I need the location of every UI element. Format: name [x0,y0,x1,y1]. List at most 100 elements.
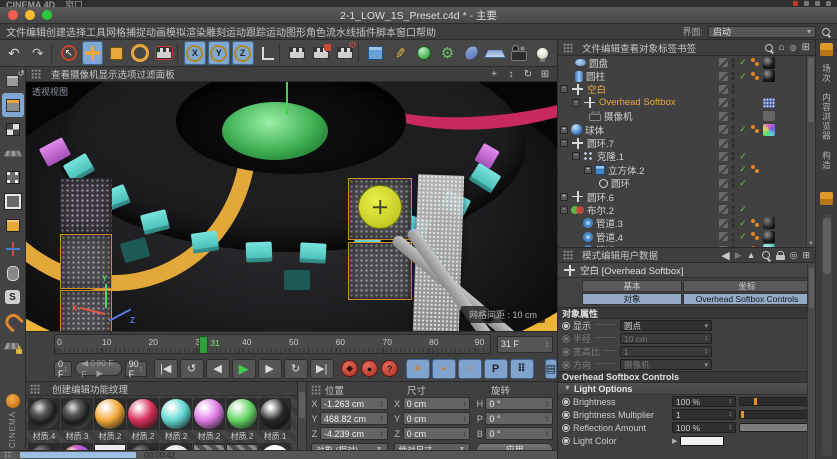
menu-item[interactable]: 脚本 [376,28,396,39]
position-field[interactable]: -4.239 cm ↕ [320,427,388,440]
menu-item[interactable]: 流水线 [326,28,356,39]
enabled-check-icon[interactable]: ✓ [738,71,748,82]
panel-handle-icon[interactable] [563,250,573,260]
light-handle-icon[interactable] [358,185,402,229]
object-tree-row[interactable]: - 克隆.1 ✓ [558,150,815,163]
material-thumbnail[interactable] [259,443,291,450]
texture-mode-button[interactable] [2,117,24,141]
animation-dot-icon[interactable] [562,360,570,369]
viewport-menu-item[interactable]: 过滤 [137,70,156,81]
control-glyph-icon[interactable]: ↕ [705,348,709,355]
stepper-icon[interactable]: ↕ [545,399,549,408]
zoom-view-button[interactable]: ↕ [504,68,518,80]
material-thumbnail[interactable] [61,443,93,450]
live-selection-button[interactable] [58,41,80,65]
layer-toggle-icon[interactable] [719,58,728,68]
render-picture-viewer-button[interactable] [310,41,332,65]
pla-key-toggle[interactable]: ⠿ [509,358,534,379]
history-back-icon[interactable]: ◀ [721,249,729,262]
snap-button[interactable] [2,309,24,333]
side-tab[interactable]: 场次 [821,64,833,83]
preview-range-slider[interactable]: ◀ 0 F 90 F ▶ [74,358,122,379]
layer-toggle-icon[interactable] [719,218,728,228]
object-name[interactable]: Overhead Softbox [599,97,676,108]
visibility-dots-icon[interactable] [731,71,735,82]
light-options-header[interactable]: ▼ Light Options [558,383,815,395]
material-menu-item[interactable]: 功能 [90,385,109,396]
visibility-dots-icon[interactable] [731,204,735,215]
search-icon[interactable] [761,250,771,260]
enabled-check-icon[interactable]: ✓ [738,124,748,135]
object-name[interactable]: 圆环.7 [587,136,614,150]
view-label[interactable]: 透视视图 [32,85,68,98]
object-name[interactable]: 布尔.2 [587,203,614,217]
enabled-check-icon[interactable]: ✓ [738,178,748,189]
stepper-icon[interactable]: ↕ [380,399,384,408]
stepper-icon[interactable]: ↕ [462,429,466,438]
layers-tab-icon[interactable] [820,191,833,205]
object-tree-row[interactable]: 圆环 ✓ [558,177,815,190]
material-thumbnail[interactable]: 材质.2 [226,398,258,442]
value-slider[interactable] [739,410,809,419]
tab-basic[interactable]: 基本 [582,280,682,292]
scale-key-toggle[interactable]: ▪ [431,358,456,379]
path-icon[interactable]: ◎ [790,43,797,52]
rotation-key-toggle[interactable]: ○ [457,358,482,379]
material-thumbnail[interactable]: 材质.1 [259,398,291,442]
animation-dot-icon[interactable] [562,423,570,432]
menu-item[interactable]: 插件 [356,28,376,39]
history-forward-icon[interactable]: ▶ [735,250,742,261]
attribute-value-field[interactable]: 10 cm ↕ [620,333,712,344]
previous-frame-button[interactable]: ◀ [205,358,230,379]
browser-tab-icon[interactable] [820,43,833,56]
object-name[interactable]: 管道.2 [596,243,623,247]
object-name[interactable]: 立方体.2 [608,163,644,177]
viewport-menu-item[interactable]: 摄像机 [70,70,99,81]
apple-menu[interactable]: CINEMA 4D [6,0,55,7]
material-thumbnail[interactable] [28,443,60,450]
visibility-dots-icon[interactable] [731,97,735,108]
object-tree-row[interactable]: 管道.2 ✓ [558,243,815,247]
expand-toggle[interactable]: - [560,85,568,94]
stepper-icon[interactable]: ↕ [380,414,384,423]
object-tag-icon[interactable] [763,111,775,122]
object-tree-row[interactable]: + 立方体.2 ✓ [558,163,815,177]
enabled-check-icon[interactable]: ✓ [738,245,748,247]
visibility-dots-icon[interactable] [731,84,735,95]
visibility-dots-icon[interactable] [731,151,735,162]
material-thumbnail[interactable] [127,443,159,450]
menu-item[interactable]: 模拟 [166,28,186,39]
spline-pen-button[interactable] [389,41,411,65]
material-thumbnail[interactable]: 材质.4 [28,398,60,442]
redo-button[interactable] [27,41,49,65]
size-field[interactable]: 0 cm ↕ [402,397,471,410]
tab-softbox-controls[interactable]: Overhead Softbox Controls [683,293,811,305]
visibility-dots-icon[interactable] [731,231,735,242]
object-name[interactable]: 克隆.1 [597,149,624,163]
object-name[interactable]: 圆柱 [586,69,605,83]
value-field[interactable]: 100 % ↕ [672,422,736,433]
stepper-icon[interactable]: ↕ [64,364,68,373]
material-scrollbar[interactable] [298,382,307,450]
points-mode-button[interactable] [2,165,24,189]
last-tool-button[interactable] [153,41,175,65]
menu-item[interactable]: 动画 [146,28,166,39]
viewport-menu-item[interactable]: 查看 [51,70,70,81]
value-slider[interactable] [739,397,809,406]
lock-x-axis-button[interactable]: X [184,41,206,65]
toolbar-separator[interactable] [358,43,363,63]
menu-item[interactable]: 角色 [306,28,326,39]
visibility-dots-icon[interactable] [731,111,735,122]
control-glyph-icon[interactable]: ▾ [704,361,708,369]
expand-triangle-icon[interactable]: ▶ [672,437,677,445]
size-field[interactable]: 0 cm ↕ [402,412,471,425]
material-thumbnail[interactable] [94,443,126,450]
render-view-button[interactable] [286,41,308,65]
menu-item[interactable]: 文件 [6,28,26,39]
object-tree-row[interactable]: - Overhead Softbox [558,96,815,109]
material-thumbnail[interactable]: 材质.2 [193,398,225,442]
stepper-icon[interactable]: ↕ [545,414,549,423]
material-tag-icon[interactable] [763,70,775,83]
material-menu-item[interactable]: 编辑 [71,385,90,396]
value-field[interactable]: 1 ↕ [672,409,736,420]
